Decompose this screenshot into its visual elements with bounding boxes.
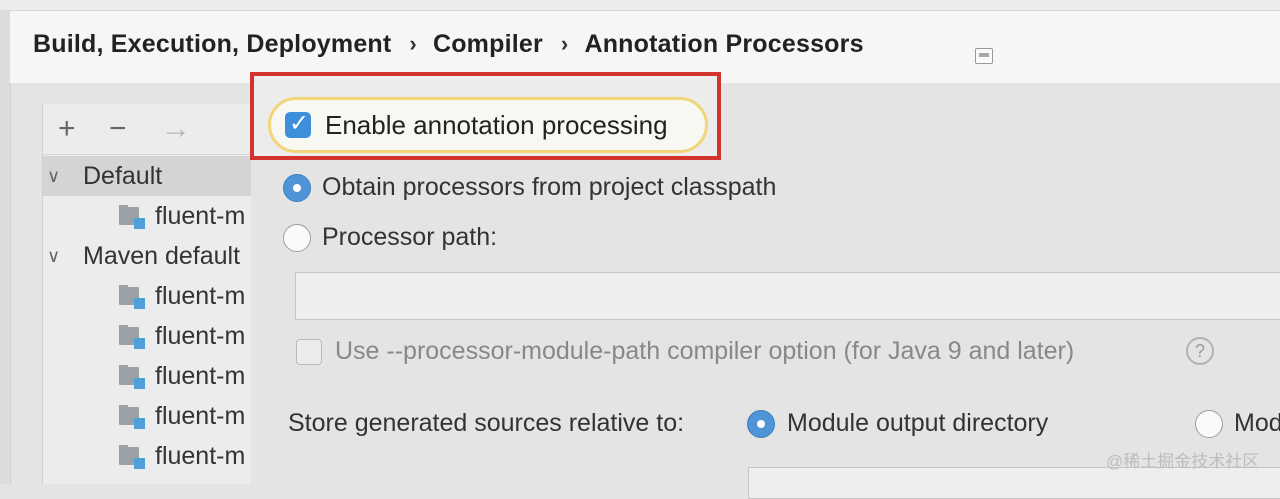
move-to-profile-icon[interactable]: →: [161, 112, 191, 146]
tree-module-item[interactable]: fluent-m: [43, 196, 273, 236]
module-label: fluent-m: [155, 282, 246, 310]
tree-module-item[interactable]: fluent-m: [43, 316, 273, 356]
obtain-from-classpath-label[interactable]: Obtain processors from project classpath: [322, 170, 776, 204]
window-mode-icon[interactable]: [975, 48, 993, 64]
module-content-root-radio[interactable]: [1195, 410, 1223, 438]
store-generated-label: Store generated sources relative to:: [288, 409, 685, 437]
window-top-edge: [0, 0, 1280, 11]
add-profile-icon[interactable]: +: [58, 112, 76, 146]
module-folder-icon: [119, 205, 145, 229]
module-label: fluent-m: [155, 362, 246, 390]
module-content-root-label[interactable]: Mod: [1234, 406, 1280, 440]
checkmark-icon: ✓: [289, 110, 310, 137]
tree-module-item[interactable]: fluent-m: [43, 276, 273, 316]
help-icon[interactable]: ?: [1186, 337, 1214, 365]
chevron-down-icon[interactable]: ∨: [47, 236, 60, 276]
processor-path-label[interactable]: Processor path:: [322, 220, 497, 254]
module-folder-icon: [119, 325, 145, 349]
breadcrumb-separator: ›: [560, 31, 569, 57]
module-folder-icon: [119, 445, 145, 469]
remove-profile-icon[interactable]: −: [109, 112, 127, 146]
chevron-down-icon[interactable]: ∨: [47, 156, 60, 196]
tree-node-label: Default: [83, 162, 163, 190]
module-output-directory-label[interactable]: Module output directory: [787, 406, 1048, 440]
watermark-text: @稀土掘金技术社区: [1106, 452, 1260, 471]
use-module-path-checkbox[interactable]: [296, 339, 322, 365]
breadcrumb-item-annotation-processors: Annotation Processors: [584, 29, 864, 58]
tree-module-item[interactable]: fluent-m: [43, 436, 273, 476]
breadcrumb-item-build[interactable]: Build, Execution, Deployment: [33, 30, 391, 59]
module-folder-icon: [119, 285, 145, 309]
tree-node-maven-default[interactable]: ∨ Maven default: [43, 236, 273, 276]
tree-node-default[interactable]: ∨ Default: [43, 156, 273, 196]
breadcrumb-item-compiler[interactable]: Compiler: [433, 30, 543, 59]
enable-annotation-processing-checkbox[interactable]: ✓: [285, 110, 311, 138]
module-output-directory-radio[interactable]: [747, 410, 775, 438]
breadcrumb: Build, Execution, Deployment › Compiler › An…: [33, 29, 864, 59]
obtain-from-classpath-radio[interactable]: [283, 174, 311, 202]
breadcrumb-separator: ›: [409, 31, 417, 57]
use-module-path-label[interactable]: Use --processor-module-path compiler opt…: [335, 334, 1074, 368]
module-label: fluent-m: [155, 322, 246, 350]
module-label: fluent-m: [155, 202, 246, 230]
tree-module-item[interactable]: fluent-m: [43, 396, 273, 436]
processor-path-input[interactable]: [295, 272, 1280, 320]
module-folder-icon: [119, 365, 145, 389]
module-label: fluent-m: [155, 442, 246, 470]
module-label: fluent-m: [155, 402, 246, 430]
enable-annotation-processing-label[interactable]: Enable annotation processing: [325, 108, 668, 142]
processor-path-radio[interactable]: [283, 224, 311, 252]
tree-toolbar: + − →: [43, 104, 273, 155]
module-folder-icon: [119, 405, 145, 429]
processor-profiles-tree: + − → ∨ Default fluent-m ∨ Maven default…: [42, 104, 273, 484]
tree-node-label: Maven default: [83, 242, 241, 270]
tree-module-item[interactable]: fluent-m: [43, 356, 273, 396]
